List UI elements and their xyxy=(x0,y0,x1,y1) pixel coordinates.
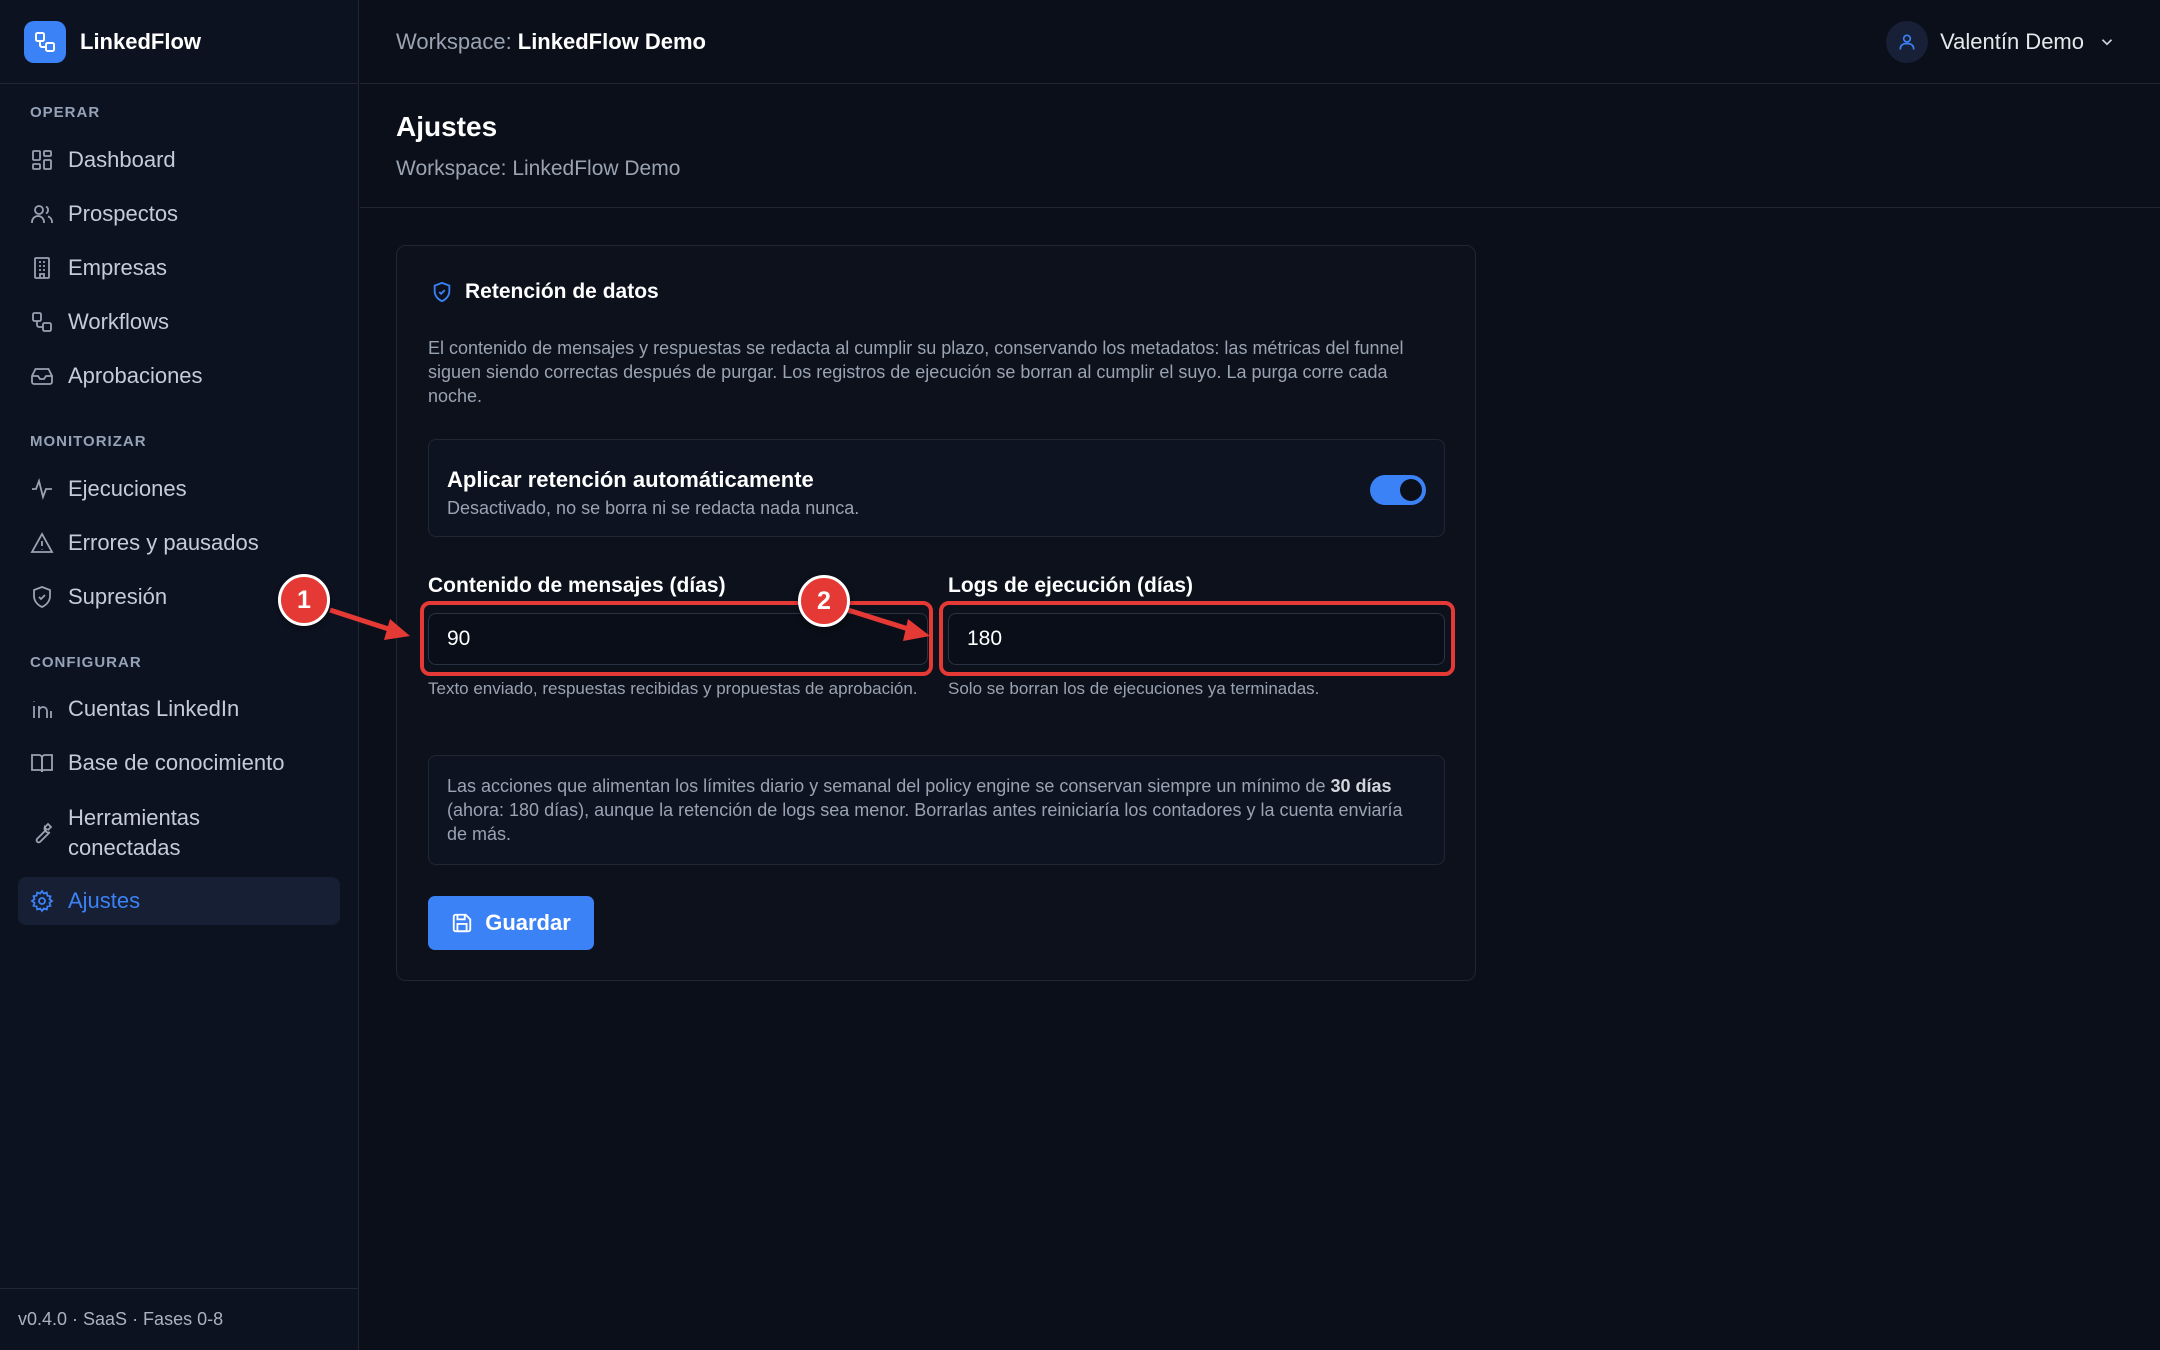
annotation-badge-2: 2 xyxy=(798,575,850,627)
annotation-arrows xyxy=(329,607,930,641)
annotation-badge-1: 1 xyxy=(278,574,330,626)
annotation-arrowhead-1 xyxy=(384,619,410,640)
annotation-arrowhead-2 xyxy=(903,619,930,641)
